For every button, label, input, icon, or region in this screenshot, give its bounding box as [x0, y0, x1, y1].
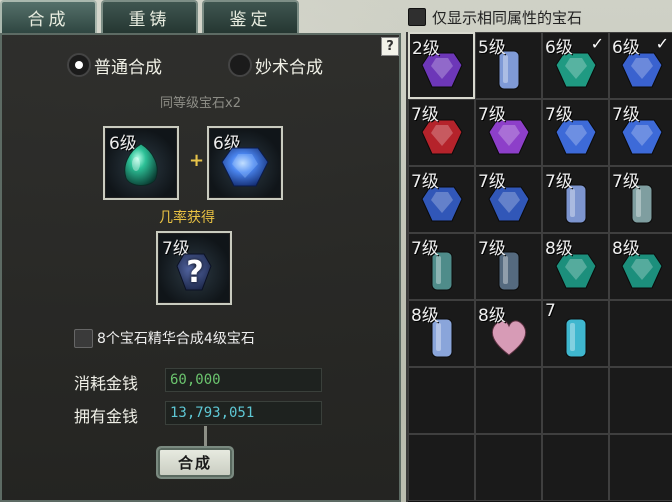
gem-level: 7级 [411, 239, 439, 259]
gem-level: 2级 [412, 39, 440, 59]
probability-caption: 几率获得 [159, 210, 215, 226]
help-button[interactable]: ? [381, 37, 399, 56]
inventory-slot[interactable]: 7级 [542, 166, 609, 233]
inventory-slot[interactable]: 7 [542, 300, 609, 367]
inventory-slot[interactable]: 7级 [542, 99, 609, 166]
tab-identify[interactable]: 鉴定 [202, 0, 299, 33]
filter-checkbox[interactable] [408, 8, 426, 26]
gem-level: 7级 [411, 105, 439, 125]
inventory-slot[interactable]: 6级 ✓ [542, 32, 609, 99]
gem-level: 6级 [545, 38, 573, 58]
cost-label: 消耗金钱 [74, 374, 139, 393]
mode-normal-option[interactable]: 普通合成 [67, 52, 162, 78]
plus-sign: + [189, 150, 205, 171]
tab-recast[interactable]: 重铸 [101, 0, 198, 33]
mode-skill-option[interactable]: 妙术合成 [228, 52, 323, 78]
inventory-slot[interactable]: 7级 [475, 99, 542, 166]
gem-level: 7级 [612, 105, 640, 125]
gem-inventory-grid: 2级 5级 6级 ✓ 6级 ✓ 7级 7级 7级 7级 7级 7级 7级 7级 7级 7级 8级 8级 8级 8级 7 [406, 32, 672, 502]
gem-level: 7级 [478, 239, 506, 259]
requirement-text: 同等级宝石x2 [160, 96, 241, 111]
inventory-slot[interactable] [542, 434, 609, 501]
check-icon: ✓ [655, 34, 669, 53]
gem-level: 7级 [545, 105, 573, 125]
owned-label: 拥有金钱 [74, 407, 139, 426]
inventory-slot[interactable]: 7级 [609, 99, 672, 166]
cyan-cluster-crystal-icon [554, 315, 598, 359]
inventory-slot[interactable]: 7级 [475, 166, 542, 233]
inventory-slot[interactable] [408, 367, 475, 434]
inventory-slot[interactable]: 8级 [542, 233, 609, 300]
radio-skill[interactable] [228, 53, 252, 77]
input-slot-2[interactable]: 6级 [207, 126, 283, 200]
inventory-slot[interactable]: 8级 [475, 300, 542, 367]
mode-normal-label: 普通合成 [94, 57, 162, 78]
blue-faceted-gem-icon [220, 144, 270, 190]
inventory-slot[interactable]: 5级 [475, 32, 542, 99]
gem-level: 7级 [411, 172, 439, 192]
owned-value: 13,793,051 [165, 401, 322, 425]
inventory-slot[interactable]: 7级 [408, 233, 475, 300]
inventory-slot[interactable]: 2级 [408, 32, 475, 99]
essence-label: 8个宝石精华合成4级宝石 [97, 331, 255, 347]
cost-value: 60,000 [165, 368, 322, 392]
gem-level: 6级 [612, 38, 640, 58]
inventory-slot[interactable] [609, 434, 672, 501]
input-slot-1[interactable]: 6级 [103, 126, 179, 200]
gem-level: 8级 [478, 306, 506, 326]
inventory-slot[interactable] [542, 367, 609, 434]
tab-compose[interactable]: 合成 [0, 0, 97, 33]
inventory-slot[interactable]: 7级 [475, 233, 542, 300]
gem-level: 7级 [478, 105, 506, 125]
radio-normal[interactable] [67, 53, 91, 77]
same-attribute-filter[interactable]: 仅显示相同属性的宝石 [408, 6, 582, 28]
inventory-slot[interactable]: 8级 [408, 300, 475, 367]
gem-level: 7级 [612, 172, 640, 192]
inventory-slot[interactable] [408, 434, 475, 501]
gem-level: 8级 [545, 239, 573, 259]
gem-level: 7级 [478, 172, 506, 192]
inventory-slot[interactable]: 6级 ✓ [609, 32, 672, 99]
check-icon: ✓ [590, 34, 604, 53]
filter-label: 仅显示相同属性的宝石 [432, 8, 583, 27]
inventory-slot[interactable]: 7级 [408, 99, 475, 166]
gem-level: 5级 [478, 38, 506, 58]
gem-level: 7 [545, 301, 556, 321]
inventory-slot[interactable]: 7级 [609, 166, 672, 233]
essence-checkbox[interactable] [74, 328, 93, 348]
mode-skill-label: 妙术合成 [255, 57, 323, 78]
green-oval-gem-icon [120, 142, 162, 192]
inventory-slot[interactable] [609, 300, 672, 367]
inventory-slot[interactable]: 7级 [408, 166, 475, 233]
inventory-slot[interactable] [475, 434, 542, 501]
inventory-slot[interactable]: 8级 [609, 233, 672, 300]
gem-level: 8级 [411, 306, 439, 326]
inventory-slot[interactable] [475, 367, 542, 434]
gem-level: 7级 [545, 172, 573, 192]
essence-option[interactable]: 8个宝石精华合成4级宝石 [74, 328, 255, 348]
compose-button[interactable]: 合成 [156, 446, 234, 479]
inventory-slot[interactable] [609, 367, 672, 434]
result-slot: 7级 ? [156, 231, 232, 305]
unknown-mark: ? [186, 255, 204, 290]
gem-level: 8级 [612, 239, 640, 259]
button-connector [204, 426, 207, 448]
